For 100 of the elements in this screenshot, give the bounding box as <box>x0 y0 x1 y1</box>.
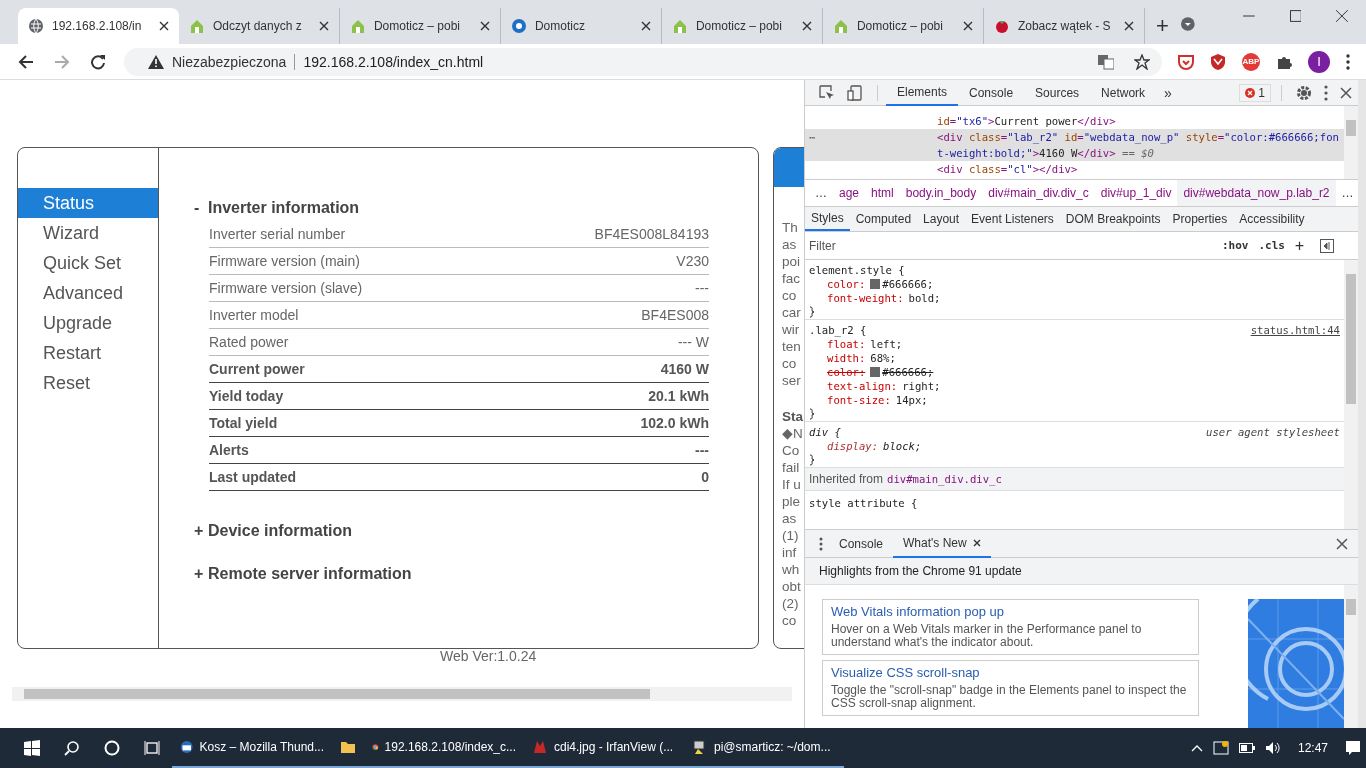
source-link[interactable]: status.html:44 <box>1250 323 1340 337</box>
hover-state-button[interactable]: :hov <box>1221 239 1249 252</box>
section-toggle[interactable]: + Remote server information <box>194 560 758 588</box>
new-tab-button[interactable]: + <box>1144 8 1181 44</box>
pane-tab[interactable]: Event Listeners <box>965 207 1060 231</box>
close-icon[interactable] <box>158 21 169 31</box>
close-icon[interactable] <box>1336 10 1348 22</box>
color-swatch[interactable] <box>870 279 881 289</box>
pane-tab[interactable]: Computed <box>849 207 918 231</box>
dom-node[interactable]: <div class="cl"></div> <box>937 161 1341 177</box>
class-button[interactable]: .cls <box>1258 239 1285 252</box>
close-icon[interactable] <box>1336 537 1348 550</box>
breadcrumb[interactable]: body.in_body <box>899 180 983 206</box>
devtools-tab[interactable]: Console <box>958 79 1025 106</box>
pane-tab[interactable]: Styles <box>805 207 850 231</box>
section-toggle[interactable]: - Inverter information <box>194 195 758 221</box>
menu-item[interactable]: Status <box>18 188 158 218</box>
inspect-icon[interactable] <box>819 84 835 101</box>
section-toggle[interactable]: + Device information <box>194 517 758 545</box>
translate-icon[interactable] <box>1098 53 1114 70</box>
css-declaration[interactable]: color: #666666; <box>809 365 1340 379</box>
color-swatch[interactable] <box>870 367 881 377</box>
taskbar-app[interactable]: pi@smarticz: ~/dom... <box>684 728 844 768</box>
dom-node[interactable]: id="tx6">Current power</div> <box>937 113 1341 129</box>
css-declaration[interactable]: width: 68%; <box>809 351 1340 365</box>
adblock-button[interactable]: ABP <box>1242 52 1260 71</box>
devtools-tab[interactable]: Sources <box>1024 79 1091 106</box>
feature-link[interactable]: Web Vitals information pop up <box>831 604 1190 619</box>
breadcrumb[interactable]: age <box>833 180 866 206</box>
sidebar-toggle-icon[interactable] <box>1320 238 1334 253</box>
close-icon[interactable] <box>640 21 651 31</box>
cortana-icon[interactable] <box>104 740 120 756</box>
taskbar-app[interactable]: cdi4.jpg - IrfanView (... <box>524 728 684 768</box>
menu-item[interactable]: Reset <box>18 368 158 398</box>
speaker-icon[interactable] <box>1264 741 1281 755</box>
shield-icon[interactable] <box>1210 53 1226 70</box>
profile-avatar[interactable]: I <box>1308 50 1330 73</box>
horizontal-scrollbar[interactable] <box>12 687 792 701</box>
vertical-scrollbar[interactable] <box>1344 260 1358 529</box>
row-options-button[interactable]: ⋯ <box>809 129 816 145</box>
pane-tab[interactable]: Properties <box>1166 207 1234 231</box>
taskbar-app[interactable]: Kosz – Mozilla Thund... <box>172 728 332 768</box>
menu-item[interactable]: Restart <box>18 338 158 368</box>
vertical-scrollbar[interactable] <box>1344 106 1358 179</box>
menu-icon[interactable] <box>819 536 823 551</box>
breadcrumb[interactable]: div#up_1_div <box>1094 180 1178 206</box>
more-tabs-button[interactable]: » <box>1156 84 1180 101</box>
close-icon[interactable] <box>801 21 812 31</box>
close-icon[interactable] <box>479 21 490 31</box>
back-icon[interactable] <box>18 53 34 70</box>
close-icon[interactable] <box>1340 86 1352 99</box>
clock-text[interactable]: 12:47 <box>1297 741 1328 755</box>
css-declaration[interactable]: color: #666666; <box>809 277 1340 291</box>
notifications-icon[interactable] <box>1345 740 1361 756</box>
dom-node[interactable]: <div class="lab_r2" id="webdata_now_p" style="color:#666666;font-weight:bold;">4160 W</div> == $0 <box>937 129 1341 161</box>
menu-icon[interactable] <box>1346 53 1350 70</box>
inherited-selector[interactable]: div#main_div.div_c <box>887 473 1002 485</box>
tab-search-icon[interactable] <box>1180 16 1196 32</box>
reload-icon[interactable] <box>90 53 106 70</box>
close-icon[interactable] <box>962 21 973 31</box>
taskbar-app[interactable]: 192.168.2.108/index_c... <box>364 728 524 768</box>
security-tray-icon[interactable] <box>1212 740 1229 756</box>
pocket-icon[interactable] <box>1178 53 1194 70</box>
windows-start-icon[interactable] <box>24 740 40 756</box>
css-declaration[interactable]: display: block; <box>809 439 1340 453</box>
feature-card[interactable]: Web Vitals information pop up Hover on a Web Vitals marker in the Performance panel to understand what's the indicator about. <box>822 599 1199 655</box>
feature-link[interactable]: Visualize CSS scroll-snap <box>831 665 1190 680</box>
breadcrumb[interactable]: … <box>1335 180 1360 206</box>
close-icon[interactable] <box>1123 21 1134 31</box>
css-declaration[interactable]: font-size: 14px; <box>809 393 1340 407</box>
address-bar[interactable]: Niezabezpieczona 192.168.2.108/index_cn.html <box>124 47 1162 76</box>
error-counter[interactable]: 1 <box>1239 83 1271 102</box>
vertical-scrollbar[interactable] <box>1344 585 1358 728</box>
css-declaration[interactable]: float: left; <box>809 337 1340 351</box>
browser-tab[interactable]: 192.168.2.108/in <box>18 8 179 44</box>
maximize-icon[interactable] <box>1289 10 1302 22</box>
breadcrumb[interactable]: … <box>809 180 833 206</box>
breadcrumb[interactable]: div#main_div.div_c <box>982 180 1095 206</box>
settings-icon[interactable] <box>1296 84 1312 101</box>
search-icon[interactable] <box>64 740 80 756</box>
close-icon[interactable] <box>318 21 329 31</box>
pane-tab[interactable]: Accessibility <box>1233 207 1311 231</box>
menu-item[interactable]: Quick Set <box>18 248 158 278</box>
devtools-tab[interactable]: Elements <box>886 79 959 106</box>
menu-item[interactable]: Upgrade <box>18 308 158 338</box>
battery-icon[interactable] <box>1238 743 1255 753</box>
drawer-tab[interactable]: Console <box>829 529 894 558</box>
menu-icon[interactable] <box>1324 84 1328 101</box>
chevron-up-icon[interactable] <box>1190 744 1203 752</box>
menu-item[interactable]: Wizard <box>18 218 158 248</box>
pane-tab[interactable]: DOM Breakpoints <box>1059 207 1167 231</box>
breadcrumb[interactable]: html <box>865 180 900 206</box>
breadcrumb[interactable]: div#webdata_now_p.lab_r2 <box>1177 180 1336 206</box>
star-icon[interactable] <box>1134 53 1150 70</box>
css-declaration[interactable]: text-align: right; <box>809 379 1340 393</box>
css-declaration[interactable]: font-weight: bold; <box>809 291 1340 305</box>
feature-card[interactable]: Visualize CSS scroll-snap Toggle the "scroll-snap" badge in the Elements panel to inspect the CSS scroll-snap alignment. <box>822 660 1199 716</box>
devtools-tab[interactable]: Network <box>1090 79 1157 106</box>
task-view-icon[interactable] <box>144 740 160 756</box>
pane-tab[interactable]: Layout <box>917 207 966 231</box>
